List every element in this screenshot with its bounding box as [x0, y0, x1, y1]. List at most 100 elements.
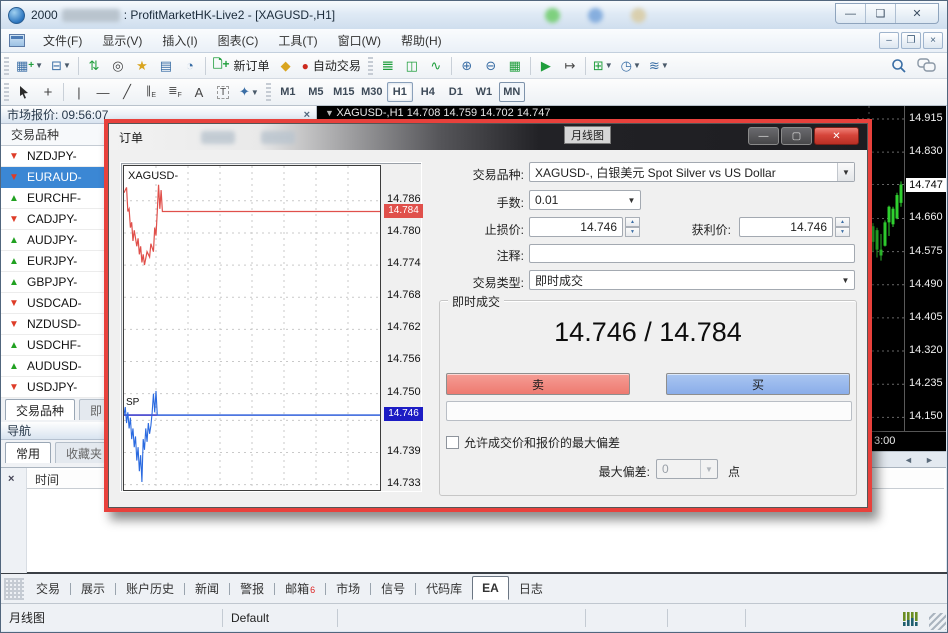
arrows-tool-button[interactable]: ✦▼	[236, 82, 262, 103]
toolbar-grip[interactable]	[4, 83, 9, 101]
terminal-tab-展示[interactable]: 展示	[72, 576, 114, 601]
order-dialog-titlebar[interactable]: 订单 — ▢ ✕	[109, 124, 867, 150]
cursor-tool-button[interactable]	[13, 82, 35, 103]
text-label-tool-button[interactable]: T	[212, 82, 234, 103]
timeframe-m1[interactable]: M1	[275, 82, 301, 102]
buy-button[interactable]: 买	[666, 373, 850, 395]
minimize-button[interactable]: —	[836, 4, 866, 23]
chart-shift-toggle[interactable]: ↦	[559, 55, 581, 76]
takeprofit-stepper[interactable]: ▲▼	[835, 217, 850, 237]
menu-item-C[interactable]: 图表(C)	[208, 28, 269, 53]
timeframe-h1[interactable]: H1	[387, 82, 413, 102]
zoom-out-button[interactable]: ⊖	[480, 55, 502, 76]
terminal-tab-信号[interactable]: 信号	[372, 576, 414, 601]
maximize-button[interactable]: ❑	[866, 4, 896, 23]
close-button[interactable]: ✕	[896, 4, 938, 23]
timeframe-m30[interactable]: M30	[359, 82, 385, 102]
menu-item-W[interactable]: 窗口(W)	[328, 28, 391, 53]
auto-scroll-toggle[interactable]: ▶	[535, 55, 557, 76]
vertical-line-tool-button[interactable]: |	[68, 82, 90, 103]
scroll-left-icon[interactable]: ◄	[904, 455, 913, 465]
tab-common[interactable]: 常用	[5, 442, 51, 463]
channel-tool-button[interactable]: ∥E	[140, 82, 162, 103]
timeframe-d1[interactable]: D1	[443, 82, 469, 102]
metaeditor-button[interactable]: ◆	[275, 55, 297, 76]
panel-grip[interactable]	[4, 578, 24, 600]
order-type-select[interactable]: 即时成交 ▼	[529, 270, 855, 290]
time-column-label[interactable]: 时间	[35, 471, 59, 488]
line-chart-button[interactable]: ∿	[425, 55, 447, 76]
mdi-close-button[interactable]: ×	[923, 32, 943, 49]
symbol-select[interactable]: XAGUSD-, 白银美元 Spot Silver vs US Dollar ▼	[529, 162, 855, 182]
menu-item-H[interactable]: 帮助(H)	[391, 28, 452, 53]
new-order-button[interactable]: 🗋+新订单	[210, 55, 273, 76]
terminal-tab-账户历史[interactable]: 账户历史	[117, 576, 183, 601]
terminal-tab-警报[interactable]: 警报	[231, 576, 273, 601]
terminal-tab-邮箱[interactable]: 邮箱6	[276, 576, 324, 601]
horizontal-line-tool-button[interactable]: —	[92, 82, 114, 103]
terminal-tab-ea[interactable]: EA	[472, 576, 509, 600]
text-tool-button[interactable]: A	[188, 82, 210, 103]
terminal-tab-日志[interactable]: 日志	[510, 576, 552, 601]
chat-icon[interactable]	[917, 58, 937, 74]
takeprofit-input[interactable]: 14.746	[739, 217, 833, 237]
timeframe-m5[interactable]: M5	[303, 82, 329, 102]
resize-grip[interactable]	[929, 613, 946, 630]
market-watch-toggle[interactable]: ⇅	[83, 55, 105, 76]
terminal-close-icon[interactable]: ×	[8, 473, 14, 485]
comment-input[interactable]	[529, 244, 855, 263]
toolbar-grip[interactable]	[4, 57, 9, 75]
periods-button[interactable]: ◷▼	[618, 55, 644, 76]
status-profile[interactable]: Default	[223, 609, 338, 627]
sell-button[interactable]: 卖	[446, 373, 630, 395]
templates-button[interactable]: ≋▼	[646, 55, 672, 76]
chevron-down-icon[interactable]: ▼	[623, 191, 640, 209]
dialog-maximize-button[interactable]: ▢	[781, 127, 812, 145]
timeframe-w1[interactable]: W1	[471, 82, 497, 102]
zoom-in-button[interactable]: ⊕	[456, 55, 478, 76]
bar-chart-button[interactable]: 𝌆	[377, 55, 399, 76]
menu-item-T[interactable]: 工具(T)	[268, 28, 327, 53]
scroll-right-icon[interactable]: ►	[925, 455, 934, 465]
stoploss-input[interactable]: 14.746	[529, 217, 623, 237]
navigator-toggle[interactable]: ★	[131, 55, 153, 76]
autotrading-button[interactable]: ●自动交易	[299, 55, 364, 76]
terminal-toggle[interactable]: ▤	[155, 55, 177, 76]
indicators-button[interactable]: ⊞▼	[590, 55, 616, 76]
terminal-tab-交易[interactable]: 交易	[27, 576, 69, 601]
menu-item-F[interactable]: 文件(F)	[33, 28, 92, 53]
volume-select[interactable]: 0.01 ▼	[529, 190, 641, 210]
search-icon[interactable]	[891, 58, 907, 74]
dialog-close-button[interactable]: ✕	[814, 127, 859, 145]
chevron-down-icon[interactable]: ▼	[837, 271, 854, 289]
spin-down-icon[interactable]: ▼	[835, 227, 850, 237]
tab-symbols[interactable]: 交易品种	[5, 399, 75, 420]
timeframe-m15[interactable]: M15	[331, 82, 357, 102]
trendline-tool-button[interactable]: ╱	[116, 82, 138, 103]
menu-item-I[interactable]: 插入(I)	[152, 28, 207, 53]
deviation-checkbox[interactable]	[446, 436, 459, 449]
dialog-minimize-button[interactable]: —	[748, 127, 779, 145]
chevron-down-icon[interactable]: ▼	[837, 163, 854, 181]
profiles-button[interactable]: ⊟▼	[48, 55, 74, 76]
new-chart-button[interactable]: ▦+▼	[13, 55, 46, 76]
spin-up-icon[interactable]: ▲	[835, 217, 850, 227]
mdi-restore-button[interactable]: ❐	[901, 32, 921, 49]
candlestick-chart-button[interactable]: ◫	[401, 55, 423, 76]
toolbar-grip[interactable]	[368, 57, 373, 75]
toolbar-grip[interactable]	[266, 83, 271, 101]
crosshair-tool-button[interactable]: +	[37, 82, 59, 103]
terminal-tab-市场[interactable]: 市场	[327, 576, 369, 601]
tile-windows-button[interactable]: ▦	[504, 55, 526, 76]
chart-price-axis[interactable]: 14.91514.83014.74714.66014.57514.49014.4…	[904, 106, 946, 431]
terminal-tab-新闻[interactable]: 新闻	[186, 576, 228, 601]
menu-item-V[interactable]: 显示(V)	[92, 28, 152, 53]
deviation-checkbox-label[interactable]: 允许成交价和报价的最大偏差	[464, 434, 620, 451]
fibonacci-tool-button[interactable]: ≣F	[164, 82, 186, 103]
timeframe-h4[interactable]: H4	[415, 82, 441, 102]
mdi-minimize-button[interactable]: –	[879, 32, 899, 49]
timeframe-mn[interactable]: MN	[499, 82, 525, 102]
strategy-tester-toggle[interactable]: ◔	[179, 55, 201, 76]
terminal-tab-代码库[interactable]: 代码库	[417, 576, 471, 601]
data-window-toggle[interactable]: ◎	[107, 55, 129, 76]
